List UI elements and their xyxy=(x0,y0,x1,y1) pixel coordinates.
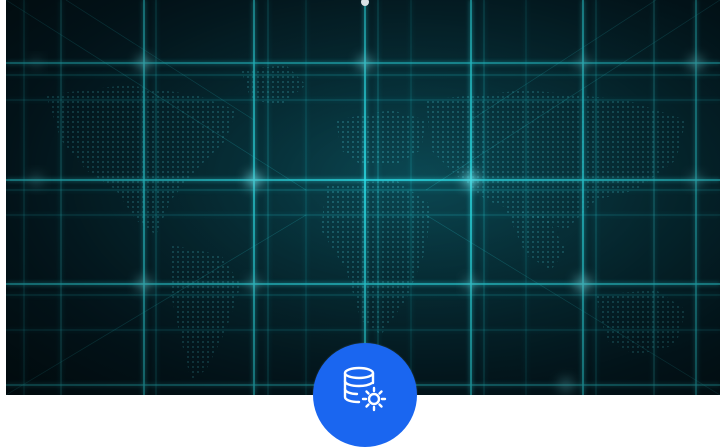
world-map-grid-background xyxy=(6,0,720,395)
hero-banner xyxy=(6,0,720,395)
database-settings-icon xyxy=(343,366,387,412)
database-settings-button[interactable] xyxy=(313,343,417,447)
